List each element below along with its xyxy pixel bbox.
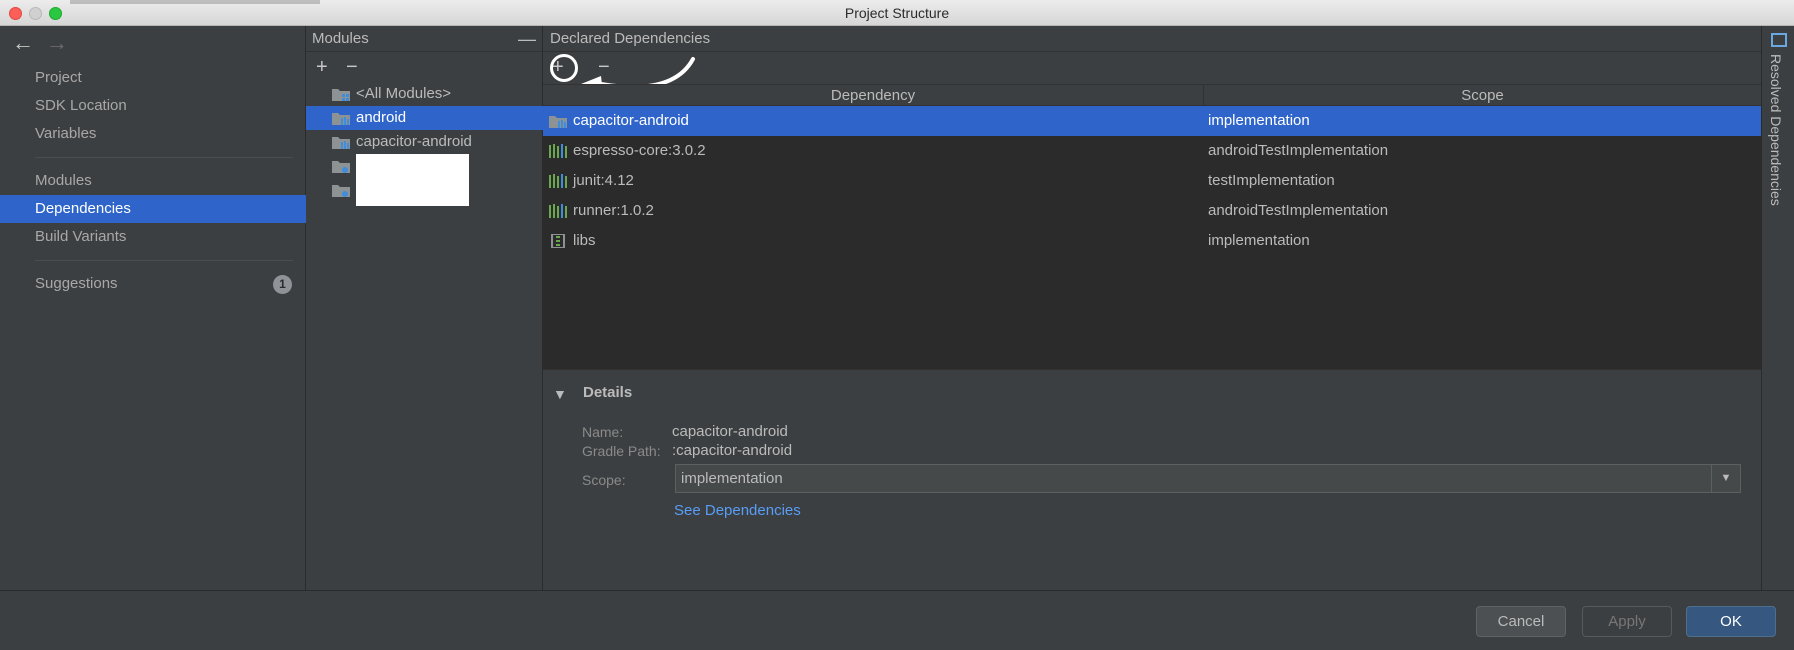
- library-icon: [549, 174, 567, 188]
- dependency-name: libs: [573, 232, 596, 249]
- name-label: Name:: [582, 424, 624, 440]
- scope-select[interactable]: implementation ▼: [675, 464, 1741, 493]
- column-header-dependency[interactable]: Dependency: [543, 85, 1204, 107]
- sidebar: ← → Project SDK Location Variables Modul…: [0, 26, 306, 590]
- sidebar-item-modules[interactable]: Modules: [0, 167, 306, 195]
- resolved-dependencies-icon: [1771, 33, 1787, 47]
- remove-module-button[interactable]: −: [346, 56, 358, 78]
- gradle-path-label: Gradle Path:: [582, 443, 661, 459]
- dependency-name: junit:4.12: [573, 172, 634, 189]
- sidebar-item-label: Dependencies: [35, 200, 131, 217]
- dialog-button-bar: Cancel Apply OK: [0, 590, 1794, 650]
- module-folder-icon: [332, 185, 350, 197]
- sidebar-item-project[interactable]: Project: [0, 64, 306, 92]
- collapse-icon[interactable]: —: [518, 26, 536, 52]
- modules-panel: Modules — + − <All Modules> android capa…: [306, 26, 543, 590]
- title-bar: Project Structure: [0, 0, 1794, 26]
- ok-button[interactable]: OK: [1686, 606, 1776, 637]
- dependencies-table: capacitor-android implementation espress…: [543, 106, 1761, 370]
- library-icon: [549, 144, 567, 158]
- module-folder-icon: [332, 161, 350, 173]
- module-item-android[interactable]: android: [306, 106, 543, 130]
- dependency-name: runner:1.0.2: [573, 202, 654, 219]
- module-icon: [549, 116, 567, 128]
- modules-header: Modules —: [306, 26, 542, 52]
- declared-dependencies-panel: Declared Dependencies + − Dependency Sco…: [543, 26, 1761, 590]
- column-header-scope[interactable]: Scope: [1204, 85, 1761, 107]
- sidebar-item-label: Build Variants: [35, 228, 127, 245]
- details-title: Details: [583, 384, 633, 401]
- modules-folder-icon: [332, 89, 350, 101]
- table-row[interactable]: capacitor-android implementation: [543, 106, 1761, 136]
- window-title: Project Structure: [844, 5, 950, 21]
- details-section: ▼ Details Name: capacitor-android Gradle…: [543, 370, 1761, 590]
- dependency-scope: implementation: [1208, 232, 1310, 249]
- add-module-button[interactable]: +: [316, 56, 328, 78]
- modules-header-label: Modules: [312, 30, 369, 47]
- name-value: capacitor-android: [672, 423, 788, 440]
- dependency-scope: testImplementation: [1208, 172, 1335, 189]
- table-row[interactable]: libs implementation: [543, 226, 1761, 256]
- dependencies-table-header: Dependency Scope: [543, 84, 1761, 107]
- resolved-dependencies-label: Resolved Dependencies: [1768, 54, 1784, 206]
- module-item-capacitor-android[interactable]: capacitor-android: [306, 130, 543, 154]
- dependency-scope: implementation: [1208, 112, 1310, 129]
- jar-icon: [551, 234, 565, 248]
- dependencies-header-label: Declared Dependencies: [550, 30, 711, 47]
- dependency-name: espresso-core:3.0.2: [573, 142, 706, 159]
- scope-label: Scope:: [582, 472, 626, 488]
- module-folder-icon: [332, 137, 350, 149]
- resolved-dependencies-tool-strip[interactable]: Resolved Dependencies: [1761, 26, 1794, 590]
- cancel-button[interactable]: Cancel: [1476, 606, 1566, 637]
- module-item-label: capacitor-android: [356, 133, 472, 150]
- forward-arrow-icon[interactable]: →: [46, 30, 68, 56]
- background-window-strip: [70, 0, 320, 4]
- sidebar-item-label: Variables: [35, 125, 97, 142]
- collapse-triangle-icon[interactable]: ▼: [553, 386, 567, 402]
- apply-button[interactable]: Apply: [1582, 606, 1672, 637]
- table-row[interactable]: junit:4.12 testImplementation: [543, 166, 1761, 196]
- dependencies-header: Declared Dependencies: [543, 26, 1761, 52]
- module-item-label: <All Modules>: [356, 85, 452, 102]
- sidebar-divider: [35, 157, 293, 158]
- back-arrow-icon[interactable]: ←: [12, 30, 34, 56]
- module-item-all-modules[interactable]: <All Modules>: [306, 82, 543, 106]
- sidebar-divider: [35, 260, 293, 261]
- scope-select-value: implementation: [681, 470, 783, 487]
- dependency-scope: androidTestImplementation: [1208, 202, 1389, 219]
- library-icon: [549, 204, 567, 218]
- dependency-name: capacitor-android: [573, 112, 689, 129]
- suggestions-count-badge: 1: [273, 275, 292, 294]
- module-folder-icon: [332, 113, 350, 125]
- sidebar-item-label: Modules: [35, 172, 92, 189]
- gradle-path-value: :capacitor-android: [672, 442, 793, 459]
- sidebar-item-sdk-location[interactable]: SDK Location: [0, 92, 306, 120]
- sidebar-item-build-variants[interactable]: Build Variants: [0, 223, 306, 251]
- module-item-label: android: [356, 109, 407, 126]
- sidebar-item-label: SDK Location: [35, 97, 127, 114]
- sidebar-item-dependencies[interactable]: Dependencies: [0, 195, 306, 223]
- sidebar-item-label: Suggestions: [35, 275, 118, 292]
- table-row[interactable]: runner:1.0.2 androidTestImplementation: [543, 196, 1761, 226]
- chevron-down-icon[interactable]: ▼: [1711, 465, 1740, 492]
- sidebar-item-variables[interactable]: Variables: [0, 120, 306, 148]
- see-dependencies-link[interactable]: See Dependencies: [674, 502, 801, 519]
- dependency-scope: androidTestImplementation: [1208, 142, 1389, 159]
- sidebar-item-label: Project: [35, 69, 82, 86]
- table-row[interactable]: espresso-core:3.0.2 androidTestImplement…: [543, 136, 1761, 166]
- redaction-box: [356, 154, 469, 206]
- sidebar-item-suggestions[interactable]: Suggestions 1: [0, 270, 306, 298]
